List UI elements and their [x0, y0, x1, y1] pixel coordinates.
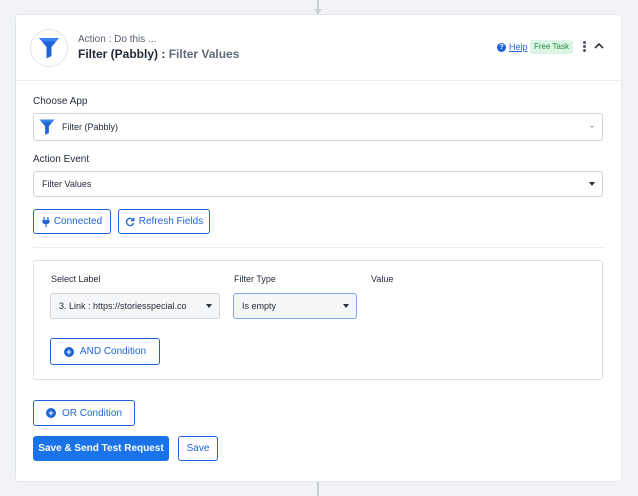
refresh-icon: [125, 217, 135, 226]
save-send-test-button[interactable]: Save & Send Test Request: [33, 436, 169, 461]
choose-app-value: Filter (Pabbly): [62, 122, 119, 132]
chevron-down-icon: [206, 304, 212, 308]
chevron-down-icon: [590, 126, 594, 128]
and-condition-label: AND Condition: [79, 346, 147, 357]
connected-button[interactable]: Connected: [33, 209, 111, 234]
save-button[interactable]: Save: [178, 436, 218, 461]
app-logo: [30, 29, 68, 67]
more-options-icon[interactable]: [581, 41, 587, 55]
choose-app-label: Choose App: [33, 96, 88, 107]
filter-type-header: Filter Type: [234, 274, 276, 284]
plug-icon: [42, 216, 50, 227]
action-event-select[interactable]: Filter Values: [33, 171, 603, 197]
chevron-down-icon: [589, 182, 595, 186]
action-event-value: Filter Values: [42, 179, 92, 189]
help-label: Help: [509, 42, 528, 52]
select-label-dropdown[interactable]: 3. Link : https://storiesspecial.co: [50, 293, 220, 319]
help-icon: ?: [497, 42, 506, 52]
step-subtitle: Action : Do this ...: [78, 34, 157, 45]
step-title: Filter (Pabbly) : Filter Values: [78, 47, 239, 61]
chevron-down-icon: [343, 304, 349, 308]
card-header[interactable]: Action : Do this ... Filter (Pabbly) : F…: [16, 15, 621, 81]
filter-type-value: Is empty: [242, 301, 277, 311]
flow-connector-bottom: [317, 482, 319, 496]
or-condition-button[interactable]: + OR Condition: [33, 400, 135, 426]
and-condition-button[interactable]: + AND Condition: [50, 338, 160, 365]
help-link[interactable]: ? Help: [497, 42, 528, 52]
refresh-fields-label: Refresh Fields: [138, 216, 204, 227]
step-title-separator: :: [161, 47, 166, 61]
select-label-value: 3. Link : https://storiesspecial.co: [59, 301, 187, 311]
plus-circle-icon: +: [45, 408, 56, 418]
choose-app-select[interactable]: Filter (Pabbly): [33, 113, 603, 141]
step-event-name: Filter Values: [168, 47, 240, 61]
filter-type-dropdown[interactable]: Is empty: [233, 293, 357, 319]
free-task-badge: Free Task: [530, 40, 573, 54]
filter-condition-group: Select Label Filter Type Value 3. Link :…: [33, 260, 603, 380]
filter-funnel-icon: [39, 38, 59, 59]
connected-label: Connected: [53, 216, 103, 227]
chevron-up-icon[interactable]: [593, 40, 605, 52]
action-step-card: Action : Do this ... Filter (Pabbly) : F…: [15, 14, 622, 482]
section-divider: [33, 247, 605, 248]
plus-circle-icon: +: [63, 346, 74, 357]
step-app-name: Filter (Pabbly): [78, 47, 159, 61]
value-header: Value: [371, 274, 394, 284]
filter-funnel-icon: [39, 119, 55, 135]
or-condition-label: OR Condition: [61, 407, 123, 419]
select-label-header: Select Label: [51, 274, 101, 284]
action-event-label: Action Event: [33, 154, 90, 165]
refresh-fields-button[interactable]: Refresh Fields: [118, 209, 210, 234]
